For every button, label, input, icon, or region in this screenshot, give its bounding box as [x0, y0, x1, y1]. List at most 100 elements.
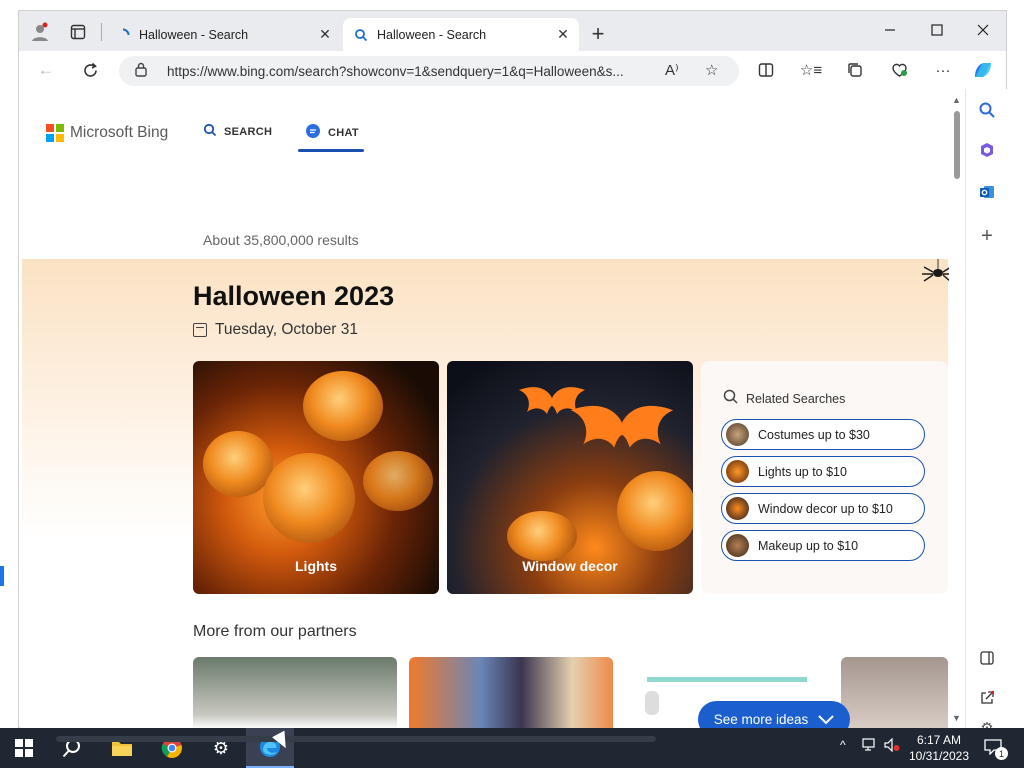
network-icon[interactable] — [862, 738, 878, 755]
settings-gear-icon[interactable]: ⚙ — [197, 728, 245, 768]
tab-divider — [101, 23, 102, 41]
calendar-icon — [193, 323, 207, 337]
partner-card-4[interactable] — [841, 657, 948, 729]
window-decor-thumbnail — [726, 497, 749, 520]
hero-date: Tuesday, October 31 — [193, 321, 358, 339]
tray-chevron-up-icon[interactable]: ^ — [840, 738, 846, 752]
see-more-label: See more ideas — [713, 712, 809, 727]
scope-chat[interactable]: CHAT — [305, 123, 359, 142]
favorites-icon[interactable]: ☆≡ — [799, 59, 823, 81]
hide-sidebar-icon[interactable] — [976, 647, 998, 669]
outlook-icon[interactable] — [976, 181, 998, 203]
close-window-icon[interactable] — [960, 15, 1006, 45]
scroll-up-arrow-icon[interactable]: ▲ — [952, 95, 961, 105]
clock-date: 10/31/2023 — [908, 749, 970, 763]
copilot-icon[interactable] — [971, 59, 995, 81]
maximize-icon[interactable] — [914, 15, 960, 45]
partner-card-2[interactable] — [409, 657, 613, 729]
tab-halloween-search-1[interactable]: Halloween - Search ✕ — [105, 18, 341, 51]
page-scrollbar[interactable]: ▲ ▼ — [949, 89, 965, 729]
url-text[interactable]: https://www.bing.com/search?showconv=1&s… — [167, 64, 657, 79]
pumpkin-image — [203, 431, 273, 497]
file-explorer-icon[interactable] — [98, 728, 146, 768]
close-tab-icon[interactable]: ✕ — [317, 26, 333, 42]
pumpkin-image — [617, 471, 693, 551]
taskbar-search-icon[interactable] — [48, 728, 96, 768]
related-searches-panel: Related Searches Costumes up to $30 Ligh… — [701, 361, 948, 594]
halloween-hero-panel: Halloween 2023 Tuesday, October 31 Light… — [22, 259, 949, 729]
bing-logo-text: Microsoft Bing — [70, 124, 169, 141]
card-window-decor[interactable]: Window decor — [447, 361, 693, 594]
system-clock[interactable]: 6:17 AM 10/31/2023 — [900, 732, 978, 764]
hero-title: Halloween 2023 — [193, 281, 395, 311]
chat-icon — [305, 123, 321, 142]
scope-search-label: SEARCH — [224, 125, 273, 138]
close-tab-icon[interactable]: ✕ — [555, 26, 571, 42]
scroll-down-arrow-icon[interactable]: ▼ — [952, 713, 961, 723]
notification-center-icon[interactable]: 1 — [982, 736, 1008, 760]
read-aloud-icon[interactable]: A⁾ — [665, 61, 679, 79]
card-caption: Lights — [295, 558, 337, 574]
tab-actions-icon[interactable] — [67, 21, 89, 43]
results-count: About 35,800,000 results — [203, 232, 359, 248]
search-icon[interactable] — [976, 99, 998, 121]
search-icon — [353, 27, 369, 43]
related-searches-title: Related Searches — [723, 389, 845, 408]
chrome-icon[interactable] — [148, 728, 196, 768]
browser-toolbar: ← https://www.bing.com/search?showconv=1… — [19, 51, 1006, 89]
more-options-icon[interactable]: ··· — [931, 59, 955, 81]
partner-card-1[interactable] — [193, 657, 397, 729]
chip-label: Costumes up to $30 — [758, 427, 870, 442]
profile-icon[interactable] — [29, 21, 51, 43]
scope-chat-label: CHAT — [328, 126, 359, 139]
horizontal-scrollbar[interactable] — [56, 736, 656, 742]
minimize-icon[interactable] — [867, 15, 913, 45]
browser-essentials-icon[interactable] — [887, 59, 911, 81]
desktop-selection-marker — [0, 566, 4, 586]
related-chip-window-decor[interactable]: Window decor up to $10 — [721, 493, 925, 524]
partner-image-shape — [645, 691, 659, 715]
windows-start-icon[interactable] — [0, 728, 48, 768]
related-chip-costumes[interactable]: Costumes up to $30 — [721, 419, 925, 450]
taskbar: ⚙ ^ 6:17 AM 10/31/2023 1 — [0, 728, 1024, 768]
pumpkin-image — [303, 371, 383, 441]
chip-label: Window decor up to $10 — [758, 501, 893, 516]
bat-image — [567, 401, 677, 474]
spider-icon — [916, 259, 949, 293]
collections-icon[interactable] — [843, 59, 867, 81]
scrollbar-thumb[interactable] — [954, 111, 960, 179]
favorite-star-icon[interactable]: ☆ — [705, 61, 718, 79]
tab-title: Halloween - Search — [377, 27, 487, 42]
pumpkin-image — [363, 451, 433, 511]
edge-taskbar-icon[interactable] — [246, 728, 294, 768]
pumpkin-image — [507, 511, 577, 561]
address-bar[interactable]: https://www.bing.com/search?showconv=1&s… — [119, 56, 739, 86]
tab-halloween-search-2[interactable]: Halloween - Search ✕ — [343, 18, 579, 51]
partner-image-shape — [647, 677, 807, 682]
pumpkin-lantern-image — [263, 453, 355, 543]
desktop-background — [0, 0, 18, 728]
card-lights[interactable]: Lights — [193, 361, 439, 594]
volume-muted-icon[interactable] — [884, 737, 900, 755]
partners-title: More from our partners — [193, 623, 357, 640]
related-chip-lights[interactable]: Lights up to $10 — [721, 456, 925, 487]
split-screen-icon[interactable] — [754, 59, 778, 81]
see-more-ideas-button[interactable]: See more ideas — [698, 701, 850, 729]
related-chip-makeup[interactable]: Makeup up to $10 — [721, 530, 925, 561]
chip-label: Makeup up to $10 — [758, 538, 859, 553]
chip-label: Lights up to $10 — [758, 464, 847, 479]
notification-count-badge: 1 — [995, 747, 1008, 760]
lock-icon[interactable] — [135, 62, 147, 80]
add-icon[interactable]: + — [976, 225, 998, 247]
back-arrow-icon[interactable]: ← — [33, 58, 59, 82]
external-link-icon[interactable] — [976, 687, 998, 709]
office-icon[interactable] — [976, 139, 998, 161]
refresh-icon[interactable] — [77, 58, 103, 82]
microsoft-logo-icon — [46, 124, 64, 142]
scope-search[interactable]: SEARCH — [203, 123, 272, 140]
loading-icon — [115, 27, 131, 43]
new-tab-icon[interactable]: + — [587, 21, 609, 46]
bing-logo[interactable]: Microsoft Bing — [46, 124, 168, 142]
search-icon — [203, 123, 217, 140]
makeup-thumbnail — [726, 534, 749, 557]
